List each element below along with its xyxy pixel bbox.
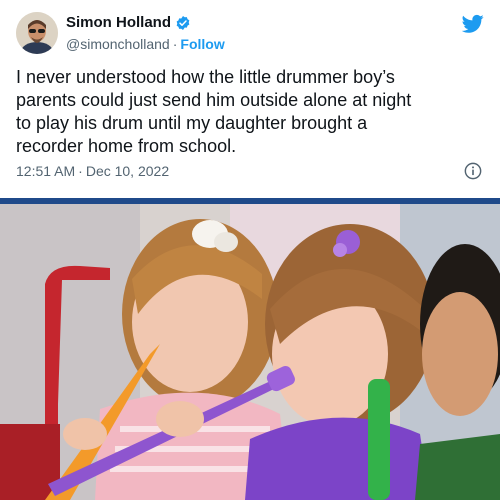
timestamp[interactable]: 12:51 AM · Dec 10, 2022 [16, 163, 169, 179]
tweet-photo[interactable] [0, 204, 500, 500]
verified-badge-icon [176, 15, 190, 30]
tweet-card: Simon Holland @simoncholland · Follow I ne… [0, 0, 500, 200]
photo-illustration [0, 204, 500, 500]
info-icon[interactable] [464, 162, 482, 180]
handle-row: @simoncholland · Follow [66, 36, 225, 52]
handle[interactable]: @simoncholland [66, 36, 170, 52]
twitter-bird-icon[interactable] [462, 14, 484, 34]
tweet-text: I never understood how the little drumme… [16, 67, 412, 156]
separator: · [172, 36, 178, 52]
follow-button[interactable]: Follow [180, 36, 224, 52]
avatar-image [16, 12, 58, 54]
display-name[interactable]: Simon Holland [66, 14, 171, 31]
meta-separator: · [78, 163, 83, 179]
tweet-time: 12:51 AM [16, 163, 76, 179]
author-row: Simon Holland [66, 14, 191, 31]
avatar[interactable] [16, 12, 58, 54]
tweet-date: Dec 10, 2022 [85, 163, 170, 179]
